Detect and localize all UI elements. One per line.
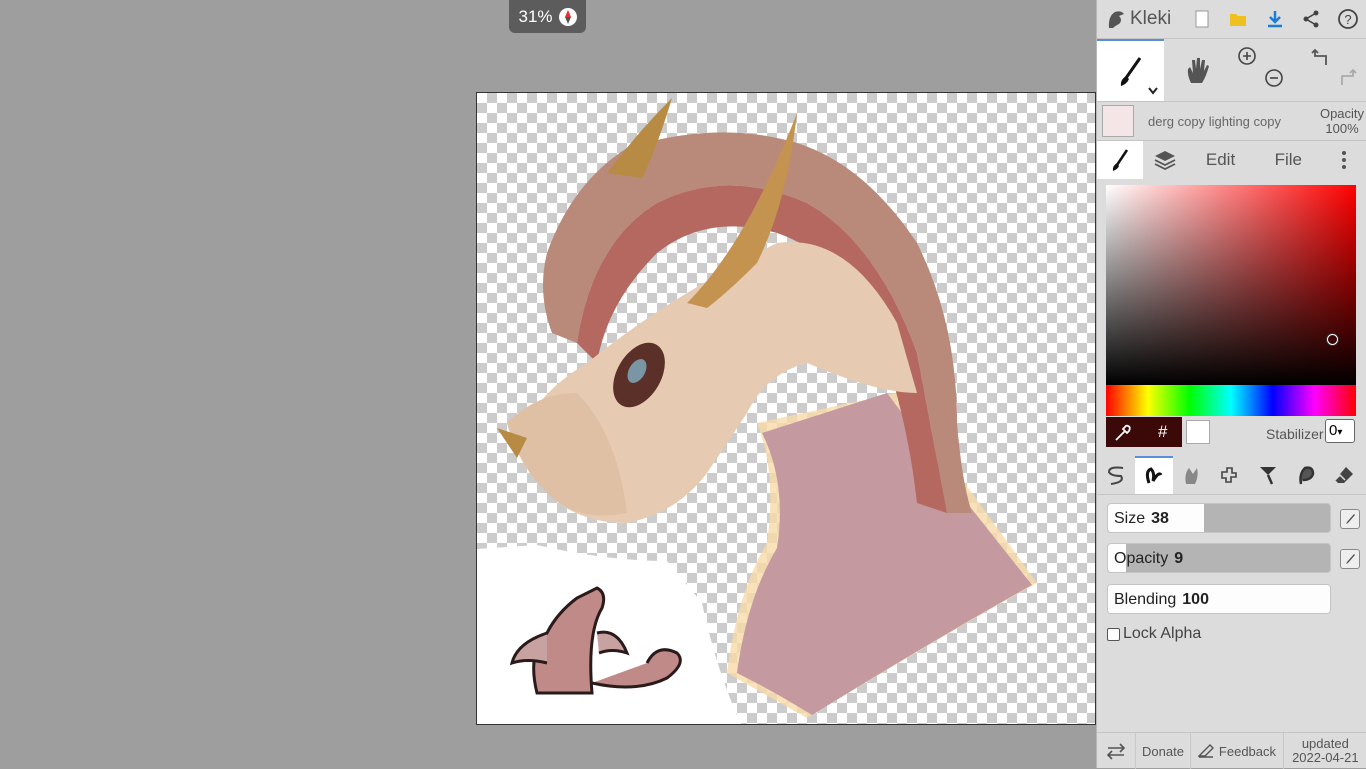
chemy-brush-button[interactable] xyxy=(1249,456,1287,494)
zoom-level: 31% xyxy=(518,6,553,26)
chevron-down-icon: ▾ xyxy=(1337,427,1343,438)
blending-slider[interactable]: Blending 100 xyxy=(1107,584,1331,614)
tab-edit[interactable]: Edit xyxy=(1187,141,1255,179)
more-menu-button[interactable] xyxy=(1322,141,1366,179)
blend-brush-icon xyxy=(1145,467,1163,484)
kleki-bird-icon xyxy=(1108,11,1124,29)
save-button[interactable] xyxy=(1257,0,1293,38)
primary-color-swatch[interactable]: # xyxy=(1106,417,1182,447)
secondary-color-swatch[interactable] xyxy=(1186,420,1210,444)
size-pressure-toggle[interactable] xyxy=(1340,509,1360,529)
pixel-brush-button[interactable] xyxy=(1211,456,1249,494)
layer-thumbnail xyxy=(1102,105,1134,137)
tab-brush[interactable] xyxy=(1097,141,1143,179)
undo-icon[interactable] xyxy=(1310,47,1332,69)
zoom-out-icon[interactable] xyxy=(1263,67,1285,89)
stabilizer-select[interactable]: 0▾ xyxy=(1325,419,1355,443)
pen-pressure-icon xyxy=(1346,554,1355,564)
swap-icon xyxy=(1106,743,1125,760)
hand-icon xyxy=(1187,58,1209,83)
brush-icon xyxy=(1112,149,1128,171)
pen-pressure-icon xyxy=(1346,514,1355,524)
compass-icon[interactable] xyxy=(558,7,577,26)
tab-file[interactable]: File xyxy=(1254,141,1322,179)
top-bar: Kleki ? xyxy=(1097,0,1366,39)
swap-sides-button[interactable] xyxy=(1097,733,1136,769)
brush-type-row xyxy=(1097,456,1366,495)
pen-brush-button[interactable] xyxy=(1097,456,1135,494)
layer-opacity: Opacity 100% xyxy=(1319,106,1365,136)
brush-tool-button[interactable] xyxy=(1097,39,1164,101)
new-file-icon xyxy=(1195,10,1209,28)
help-button[interactable]: ? xyxy=(1330,0,1366,38)
pen-brush-icon xyxy=(1107,466,1124,485)
hand-tool-button[interactable] xyxy=(1164,39,1231,101)
opacity-slider[interactable]: Opacity 9 xyxy=(1107,543,1331,573)
smudge-brush-button[interactable] xyxy=(1287,456,1325,494)
download-icon xyxy=(1267,11,1282,28)
folder-icon xyxy=(1230,14,1247,26)
hex-input-button[interactable]: # xyxy=(1158,422,1167,442)
smudge-brush-icon xyxy=(1299,466,1315,485)
tool-row xyxy=(1097,39,1366,102)
more-vertical-icon xyxy=(1342,151,1347,169)
artwork xyxy=(477,98,1037,724)
eraser-icon xyxy=(1334,467,1353,483)
drawing-canvas[interactable] xyxy=(476,92,1096,725)
blend-brush-button[interactable] xyxy=(1135,456,1173,494)
brush-icon xyxy=(1120,57,1141,86)
side-panel: Kleki ? derg copy lighting copy Opacity … xyxy=(1096,0,1366,769)
sketchy-brush-button[interactable] xyxy=(1173,456,1211,494)
zoom-buttons xyxy=(1231,39,1298,101)
svg-text:?: ? xyxy=(1344,12,1351,27)
zoom-in-icon[interactable] xyxy=(1236,45,1258,67)
new-file-button[interactable] xyxy=(1184,0,1220,38)
tab-layers[interactable] xyxy=(1143,141,1187,179)
redo-icon[interactable] xyxy=(1336,67,1358,89)
size-slider[interactable]: Size 38 xyxy=(1107,503,1331,533)
active-layer-row[interactable]: derg copy lighting copy Opacity 100% xyxy=(1097,102,1366,141)
donate-link[interactable]: Donate xyxy=(1136,733,1192,769)
kleki-logo[interactable]: Kleki xyxy=(1097,8,1184,30)
stabilizer-label: Stabilizer xyxy=(1266,426,1324,442)
share-button[interactable] xyxy=(1293,0,1329,38)
eyedropper-icon[interactable] xyxy=(1113,423,1133,443)
feedback-icon xyxy=(1197,744,1214,758)
help-icon: ? xyxy=(1337,9,1358,29)
undo-redo-buttons xyxy=(1298,39,1365,101)
chemy-brush-icon xyxy=(1260,467,1276,485)
chevron-down-icon[interactable] xyxy=(1148,87,1158,95)
app-name: Kleki xyxy=(1130,8,1172,29)
saturation-value-picker[interactable] xyxy=(1106,185,1356,385)
pixel-brush-icon xyxy=(1221,467,1237,483)
layers-icon xyxy=(1154,151,1176,171)
checkbox-icon[interactable] xyxy=(1107,627,1120,641)
zoom-indicator[interactable]: 31% xyxy=(509,0,586,33)
updated-info: updated 2022-04-21 xyxy=(1292,736,1359,765)
main-tabs: Edit File xyxy=(1097,141,1366,179)
footer-bar: Donate Feedback updated 2022-04-21 xyxy=(1097,732,1366,769)
hue-slider[interactable] xyxy=(1106,385,1356,416)
share-icon xyxy=(1303,10,1319,28)
opacity-pressure-toggle[interactable] xyxy=(1340,549,1360,569)
color-picker-handle[interactable] xyxy=(1327,334,1338,345)
feedback-link[interactable]: Feedback xyxy=(1191,733,1284,769)
eraser-button[interactable] xyxy=(1325,456,1363,494)
lock-alpha-checkbox[interactable]: Lock Alpha xyxy=(1107,625,1201,643)
sketchy-brush-icon xyxy=(1185,468,1198,484)
open-file-button[interactable] xyxy=(1220,0,1256,38)
color-row: # Stabilizer 0▾ xyxy=(1106,417,1366,447)
drawing-workspace[interactable]: 31% xyxy=(0,0,1096,768)
layer-name: derg copy lighting copy xyxy=(1148,113,1281,129)
